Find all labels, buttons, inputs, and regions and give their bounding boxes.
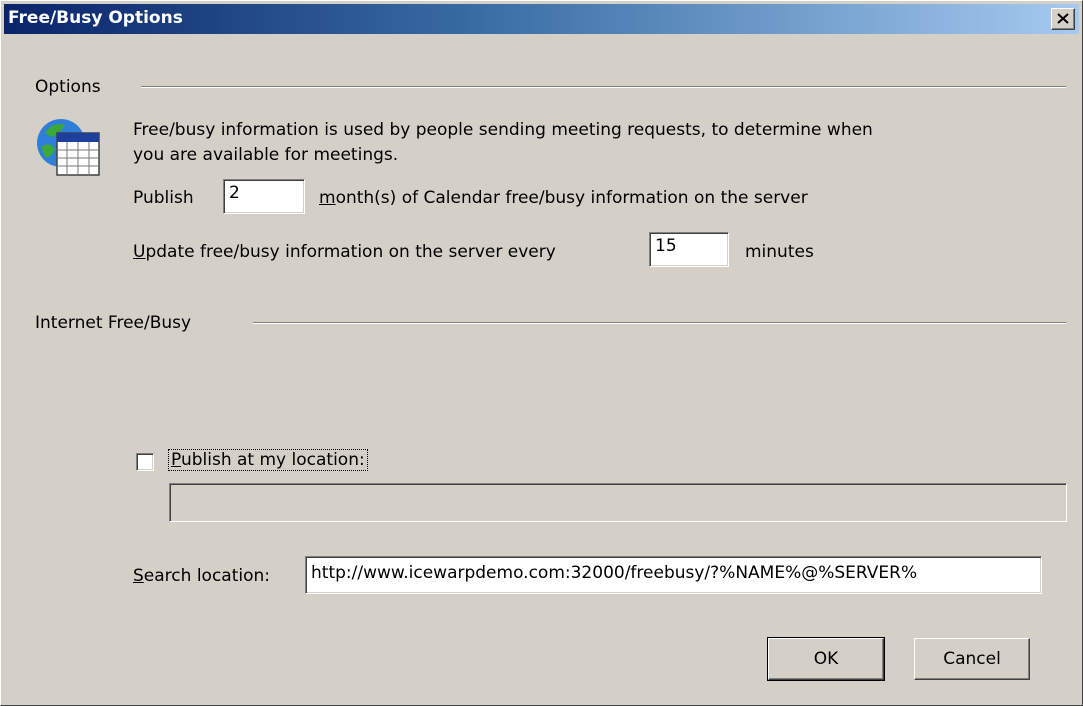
minutes-label: minutes [745,242,814,262]
options-separator [141,86,1066,88]
publish-mnemonic: P [171,450,181,470]
free-busy-options-dialog: Free/Busy Options Options Free/busy info… [0,0,1083,706]
update-label-rest: pdate free/busy information on the serve… [145,242,556,262]
update-label: Update free/busy information on the serv… [133,242,556,262]
publish-months-input[interactable]: 2 [223,179,305,214]
publish-location-checkbox[interactable] [136,453,154,471]
options-group-label: Options [35,77,101,97]
update-minutes-input[interactable]: 15 [649,232,729,267]
description-line-1: Free/busy information is used by people … [133,120,873,140]
calendar-globe-icon [37,119,100,176]
search-label-rest: earch location: [143,566,270,586]
publish-location-input[interactable] [169,483,1067,522]
publish-label-rest: ublish at my location: [180,450,365,470]
months-label-rest: onth(s) of Calendar free/busy informatio… [335,188,808,208]
months-mnemonic: m [319,188,336,208]
cancel-button[interactable]: Cancel [914,638,1030,680]
internet-separator [253,322,1066,324]
months-label: month(s) of Calendar free/busy informati… [319,188,808,208]
internet-group-label: Internet Free/Busy [35,313,192,333]
search-mnemonic: S [133,566,144,586]
publish-label: Publish [133,188,194,208]
publish-location-label[interactable]: Publish at my location: [168,449,368,471]
close-icon [1057,13,1069,24]
ok-button[interactable]: OK [767,637,885,681]
close-button[interactable] [1051,8,1075,30]
description-line-2: you are available for meetings. [133,145,399,165]
window-title: Free/Busy Options [8,8,183,28]
search-location-label: Search location: [133,566,270,586]
title-bar[interactable]: Free/Busy Options [4,4,1079,34]
update-mnemonic: U [133,242,146,262]
search-location-input[interactable]: http://www.icewarpdemo.com:32000/freebus… [305,556,1042,594]
